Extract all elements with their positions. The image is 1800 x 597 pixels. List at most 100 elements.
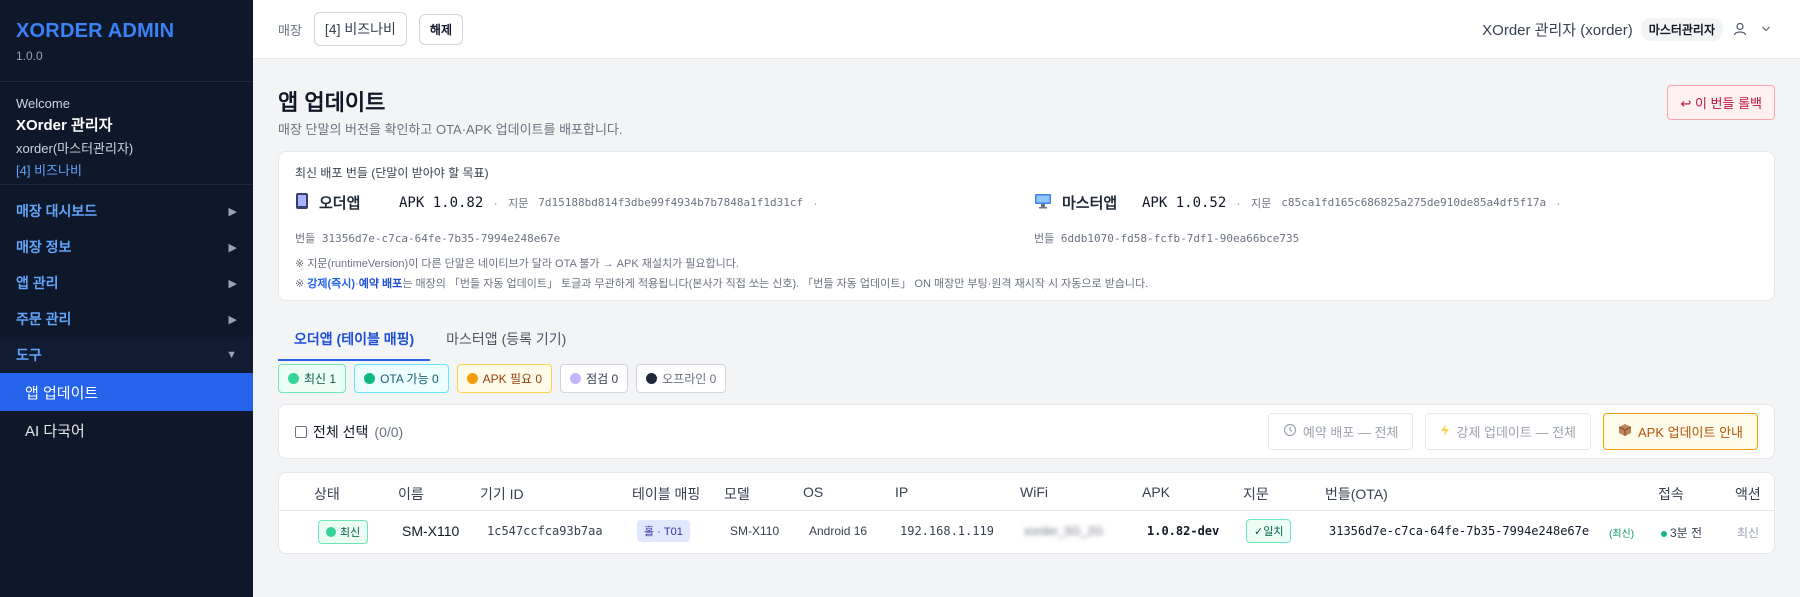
bundle-heading: 최신 배포 번들 (단말이 받아야 할 목표) bbox=[295, 166, 489, 180]
col-fingerprint[interactable]: 지문 bbox=[1243, 484, 1269, 504]
brand-block: XORDER ADMIN 1.0.0 bbox=[0, 0, 253, 82]
nav-label: 도구 bbox=[16, 347, 42, 363]
lightning-icon bbox=[1440, 423, 1450, 440]
user-info: Welcome XOrder 관리자 xorder(마스터관리자) [4] 비즈… bbox=[0, 82, 253, 185]
col-os[interactable]: OS bbox=[803, 484, 823, 500]
access-time-text: 3분 전 bbox=[1670, 526, 1703, 540]
device-name: SM-X110 bbox=[402, 523, 460, 539]
order-app-apk: APK 1.0.82 bbox=[399, 194, 484, 211]
nav-app-management[interactable]: 앱 관리 ▶ bbox=[0, 265, 253, 301]
sidebar: XORDER ADMIN 1.0.0 Welcome XOrder 관리자 xo… bbox=[0, 0, 253, 597]
filter-ota-available[interactable]: OTA 가능 0 bbox=[354, 364, 449, 393]
filter-label: 점검 0 bbox=[586, 372, 619, 386]
col-model[interactable]: 모델 bbox=[724, 484, 750, 504]
nav-app-update[interactable]: 앱 업데이트 bbox=[0, 373, 253, 411]
filter-apk-required[interactable]: APK 필요 0 bbox=[456, 364, 553, 393]
status-badge: 최신 bbox=[318, 520, 369, 544]
nav-store-dashboard[interactable]: 매장 대시보드 ▶ bbox=[0, 193, 253, 229]
order-app-bundle: 번들 31356d7e-c7ca-64fe-7b35-7994e248e67e bbox=[295, 232, 561, 245]
note-rest: 는 매장의 「번들 자동 업데이트」 토글과 무관하게 적용됩니다(본사가 직접… bbox=[402, 278, 1149, 290]
master-app-name: 마스터앱 bbox=[1062, 195, 1118, 212]
table-mapping-badge: 홀 · T01 bbox=[637, 520, 690, 542]
nav-store-info[interactable]: 매장 정보 ▶ bbox=[0, 229, 253, 265]
page-description: 매장 단말의 버전을 확인하고 OTA·APK 업데이트를 배포합니다. bbox=[278, 122, 623, 137]
nav-label: 주문 관리 bbox=[16, 311, 72, 327]
button-label: APK 업데이트 안내 bbox=[1638, 425, 1743, 440]
brand-title[interactable]: XORDER ADMIN bbox=[16, 20, 237, 43]
master-app-bundle: 번들 6ddb1070-fd58-fcfb-7df1-90ea66bce735 bbox=[1034, 232, 1300, 245]
schedule-deploy-all-button[interactable]: 예약 배포 — 전체 bbox=[1267, 413, 1414, 450]
fingerprint-label: 지문 bbox=[1250, 197, 1272, 210]
device-table: 상태 이름 기기 ID 테이블 매핑 모델 OS IP WiFi APK 지문 … bbox=[278, 472, 1775, 554]
select-count: (0/0) bbox=[374, 423, 404, 440]
col-access[interactable]: 접속 bbox=[1658, 484, 1684, 504]
release-button[interactable]: 해제 bbox=[418, 13, 463, 45]
master-app-info: 마스터앱 APK 1.0.52 · 지문 c85ca1fd165c686825a… bbox=[1034, 192, 1561, 213]
chevron-right-icon: ▶ bbox=[228, 277, 237, 290]
user-icon[interactable] bbox=[1731, 20, 1749, 38]
col-wifi[interactable]: WiFi bbox=[1020, 484, 1048, 500]
app-tabs: 오더앱 (테이블 매핑) 마스터앱 (등록 기기) bbox=[278, 321, 582, 361]
deploy-note: ※ 강제(즉시)·예약 배포는 매장의 「번들 자동 업데이트」 토글과 무관하… bbox=[295, 275, 1148, 291]
nav-label: 매장 대시보드 bbox=[16, 203, 98, 219]
page-title: 앱 업데이트 bbox=[278, 90, 386, 115]
force-update-all-button[interactable]: 강제 업데이트 — 전체 bbox=[1425, 413, 1591, 450]
bundle-latest-tag: (최신) bbox=[1609, 529, 1635, 540]
select-all-checkbox[interactable] bbox=[295, 425, 307, 438]
chevron-right-icon: ▶ bbox=[228, 313, 237, 326]
col-status[interactable]: 상태 bbox=[314, 484, 340, 504]
store-label: 매장 bbox=[278, 22, 302, 38]
device-apk: 1.0.82-dev bbox=[1147, 524, 1220, 538]
separator: · bbox=[493, 194, 498, 211]
select-all[interactable]: 전체 선택 (0/0) bbox=[295, 422, 403, 442]
note-force-text: 강제(즉시) bbox=[307, 278, 356, 290]
user-name: XOrder 관리자 bbox=[16, 117, 113, 134]
separator: · bbox=[1236, 194, 1241, 211]
note-schedule-text: 예약 배포 bbox=[358, 278, 403, 290]
master-app-fingerprint: c85ca1fd165c686825a275de910de85a4df5f17a bbox=[1281, 196, 1547, 209]
chevron-down-icon: ▼ bbox=[226, 349, 237, 361]
filter-inspection[interactable]: 점검 0 bbox=[560, 364, 629, 393]
role-badge: 마스터관리자 bbox=[1640, 17, 1723, 41]
nav-order-management[interactable]: 주문 관리 ▶ bbox=[0, 301, 253, 337]
col-table-mapping[interactable]: 테이블 매핑 bbox=[632, 484, 700, 504]
row-action[interactable]: 최신 bbox=[1737, 524, 1759, 541]
latest-bundle-card: 최신 배포 번들 (단말이 받아야 할 목표) 오더앱 APK 1.0.82 ·… bbox=[278, 151, 1775, 301]
access-time: 3분 전 bbox=[1661, 524, 1702, 541]
select-all-label: 전체 선택 bbox=[313, 423, 369, 440]
tab-order-app[interactable]: 오더앱 (테이블 매핑) bbox=[278, 321, 431, 361]
nav-tools[interactable]: 도구 ▼ bbox=[0, 337, 253, 373]
store-selector[interactable]: [4] 비즈나비 bbox=[313, 12, 407, 46]
filter-offline[interactable]: 오프라인 0 bbox=[636, 364, 727, 393]
status-text: 최신 bbox=[340, 527, 361, 539]
rollback-bundle-button[interactable]: ↩ 이 번들 롤백 bbox=[1667, 85, 1775, 120]
user-store: [4] 비즈나비 bbox=[16, 163, 82, 178]
filter-label: APK 필요 0 bbox=[482, 372, 543, 386]
nav-label: 매장 정보 bbox=[16, 239, 72, 255]
device-os: Android 16 bbox=[809, 524, 868, 538]
order-app-fingerprint: 7d15188bd814f3dbe99f4934b7b7848a1f1d31cf bbox=[538, 196, 804, 209]
separator: · bbox=[1556, 194, 1561, 211]
col-device-id[interactable]: 기기 ID bbox=[480, 484, 524, 504]
nav-ai-translation[interactable]: AI 다국어 bbox=[0, 411, 253, 449]
chevron-right-icon: ▶ bbox=[228, 205, 237, 218]
sidebar-nav: 매장 대시보드 ▶ 매장 정보 ▶ 앱 관리 ▶ 주문 관리 ▶ 도구 ▼ 앱 … bbox=[0, 185, 253, 449]
filter-label: 오프라인 0 bbox=[662, 372, 717, 386]
package-icon bbox=[1618, 423, 1632, 440]
top-bar: 매장 [4] 비즈나비 해제 XOrder 관리자 (xorder) 마스터관리… bbox=[253, 0, 1800, 59]
col-apk[interactable]: APK bbox=[1142, 484, 1170, 500]
col-bundle[interactable]: 번들(OTA) bbox=[1325, 484, 1388, 504]
col-action[interactable]: 액션 bbox=[1735, 484, 1761, 504]
filter-label: 최신 1 bbox=[304, 372, 337, 386]
main-content: 앱 업데이트 매장 단말의 버전을 확인하고 OTA·APK 업데이트를 배포합… bbox=[253, 59, 1800, 597]
master-app-apk: APK 1.0.52 bbox=[1142, 194, 1227, 211]
col-ip[interactable]: IP bbox=[895, 484, 908, 500]
account-area: XOrder 관리자 (xorder) 마스터관리자 bbox=[1482, 17, 1775, 41]
status-dot-icon bbox=[364, 373, 376, 384]
apk-update-guide-button[interactable]: APK 업데이트 안내 bbox=[1603, 413, 1758, 450]
chevron-down-icon[interactable] bbox=[1757, 20, 1775, 38]
filter-latest[interactable]: 최신 1 bbox=[278, 364, 347, 393]
table-row: 최신 SM-X110 1c547ccfca93b7aa 홀 · T01 SM-X… bbox=[279, 511, 1774, 553]
col-name[interactable]: 이름 bbox=[398, 484, 424, 504]
tab-master-app[interactable]: 마스터앱 (등록 기기) bbox=[430, 321, 582, 361]
